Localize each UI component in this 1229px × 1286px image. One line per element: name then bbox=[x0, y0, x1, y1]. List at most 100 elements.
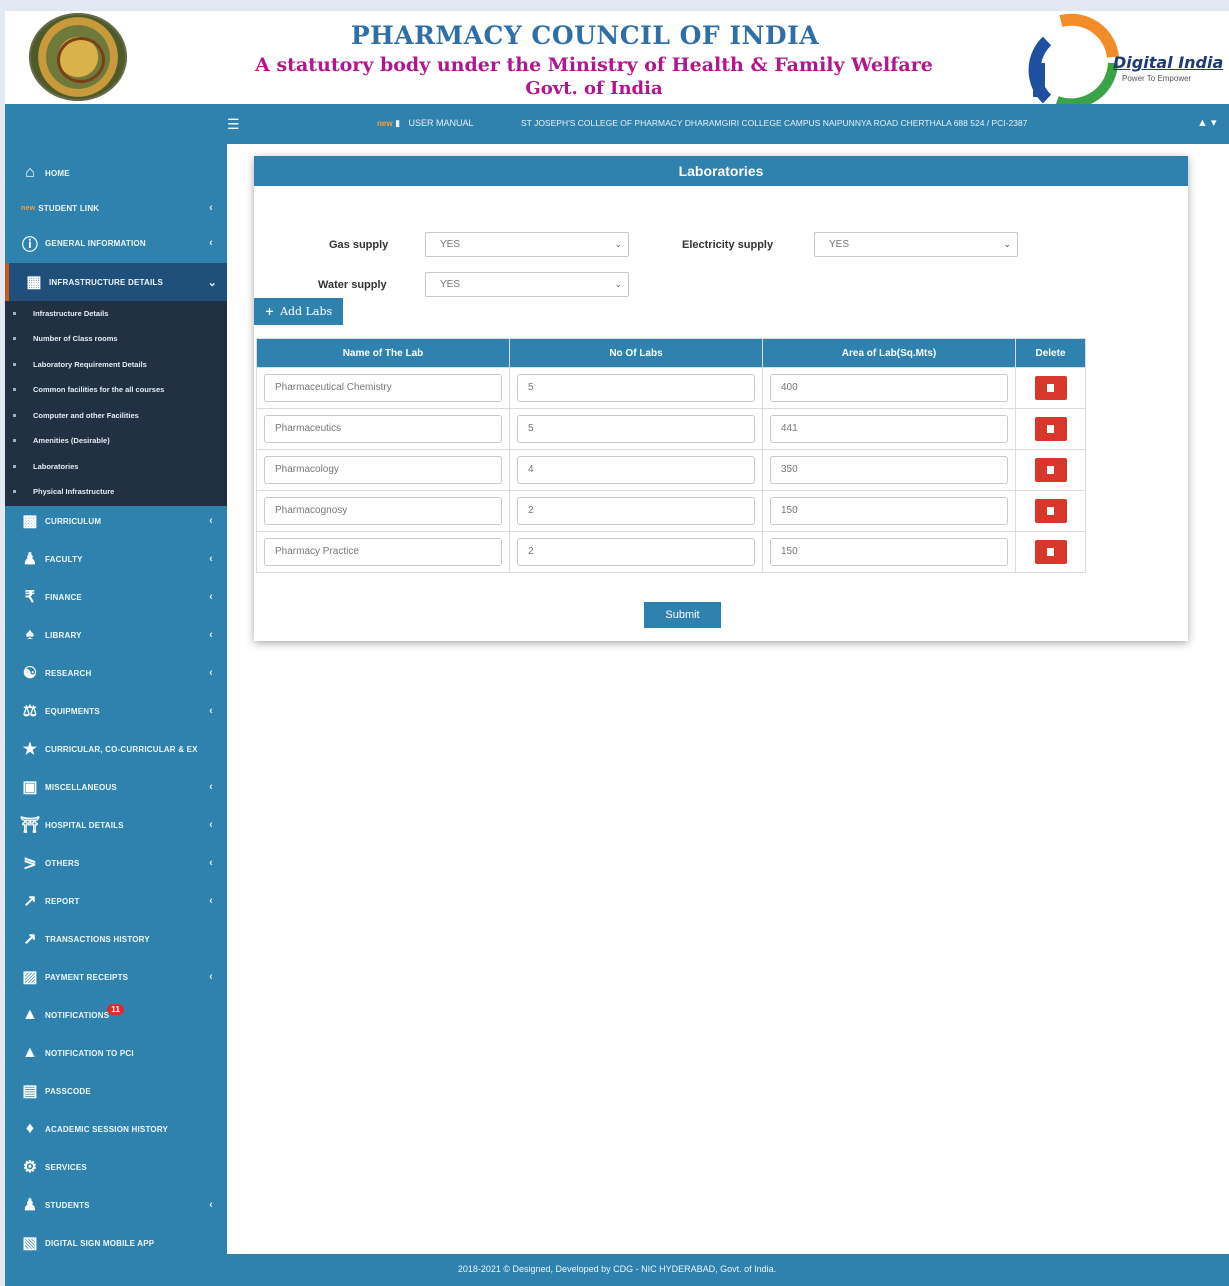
electricity-supply-label: Electricity supply bbox=[682, 239, 774, 251]
top-navbar: ☰ new ▮ USER MANUAL ST JOSEPH'S COLLEGE … bbox=[5, 104, 1229, 144]
sidebar-item-students[interactable]: ♟ STUDENTS ‹ bbox=[5, 1187, 227, 1223]
lab-count-input[interactable]: 2 bbox=[517, 538, 755, 566]
chevron-left-icon: ‹ bbox=[209, 1199, 213, 1211]
submenu-item-lab-requirement[interactable]: Laboratory Requirement Details bbox=[5, 352, 227, 377]
sidebar-item-label: CURRICULAR, CO-CURRICULAR & EX bbox=[45, 744, 198, 754]
lab-name-input[interactable]: Pharmacognosy bbox=[264, 497, 502, 525]
chevron-left-icon: ‹ bbox=[209, 667, 213, 679]
receipt-icon: ▨ bbox=[22, 969, 38, 986]
sidebar-item-library[interactable]: ♠ LIBRARY ‹ bbox=[5, 617, 227, 653]
submit-button[interactable]: Submit bbox=[644, 602, 721, 628]
submenu-item-common-facilities[interactable]: Common facilities for the all courses bbox=[5, 377, 227, 402]
electricity-supply-select[interactable]: YES ⌄ bbox=[814, 232, 1018, 257]
submenu-item-laboratories[interactable]: Laboratories bbox=[5, 454, 227, 479]
sidebar-item-passcode[interactable]: ▤ PASSCODE bbox=[5, 1073, 227, 1109]
lab-area-input[interactable]: 150 bbox=[770, 497, 1008, 525]
chart-icon: ↗ bbox=[23, 931, 37, 948]
infrastructure-submenu: Infrastructure Details Number of Class r… bbox=[5, 301, 227, 506]
water-supply-select[interactable]: YES ⌄ bbox=[425, 272, 629, 297]
user-manual-link[interactable]: new ▮ USER MANUAL bbox=[377, 118, 474, 129]
sidebar-item-faculty[interactable]: ♟ FACULTY ‹ bbox=[5, 541, 227, 577]
column-header: Name of The Lab bbox=[256, 338, 510, 368]
sidebar-item-infrastructure-details[interactable]: ▦ INFRASTRUCTURE DETAILS ⌄ bbox=[5, 263, 231, 301]
sidebar-item-label: FINANCE bbox=[45, 592, 82, 602]
notification-count-badge: 11 bbox=[107, 1003, 125, 1015]
sidebar-item-label: NOTIFICATION TO PCI bbox=[45, 1048, 134, 1058]
lab-name-input[interactable]: Pharmacology bbox=[264, 456, 502, 484]
hamburger-menu-icon[interactable]: ☰ bbox=[227, 116, 240, 133]
flask-icon: ⚖ bbox=[22, 703, 38, 720]
sidebar-item-curriculum[interactable]: ▩ CURRICULUM ‹ bbox=[5, 503, 227, 539]
lab-name-input[interactable]: Pharmaceutics bbox=[264, 415, 502, 443]
lab-area-input[interactable]: 441 bbox=[770, 415, 1008, 443]
sidebar-item-research[interactable]: ☯ RESEARCH ‹ bbox=[5, 655, 227, 691]
sidebar-item-notification-to-pci[interactable]: ▲ NOTIFICATION TO PCI bbox=[5, 1035, 227, 1071]
submenu-item-amenities[interactable]: Amenities (Desirable) bbox=[5, 428, 227, 453]
sidebar-item-miscellaneous[interactable]: ▣ MISCELLANEOUS ‹ bbox=[5, 769, 227, 805]
sidebar-item-label: HOME bbox=[45, 168, 70, 178]
curriculum-icon: ▩ bbox=[22, 513, 38, 530]
chevron-left-icon: ‹ bbox=[209, 781, 213, 793]
lab-count-input[interactable]: 5 bbox=[517, 374, 755, 402]
sidebar-item-label: NOTIFICATIONS bbox=[45, 1010, 110, 1020]
lab-name-input[interactable]: Pharmaceutical Chemistry bbox=[264, 374, 502, 402]
sidebar-item-student-link[interactable]: new STUDENT LINK ‹ bbox=[5, 190, 227, 226]
sidebar-item-payment-receipts[interactable]: ▨ PAYMENT RECEIPTS ‹ bbox=[5, 959, 227, 995]
puzzle-icon: ♦ bbox=[25, 1120, 35, 1137]
select-value: YES bbox=[829, 239, 850, 250]
submenu-item-class-rooms[interactable]: Number of Class rooms bbox=[5, 326, 227, 351]
lab-count-input[interactable]: 5 bbox=[517, 415, 755, 443]
sidebar-item-label: RESEARCH bbox=[45, 668, 92, 678]
sidebar-item-label: OTHERS bbox=[45, 858, 80, 868]
sidebar-item-label: SERVICES bbox=[45, 1162, 87, 1172]
lab-count-input[interactable]: 4 bbox=[517, 456, 755, 484]
trash-icon bbox=[1047, 466, 1054, 474]
sidebar-item-hospital-details[interactable]: ⛩ HOSPITAL DETAILS ‹ bbox=[5, 807, 227, 843]
lab-area-input[interactable]: 400 bbox=[770, 374, 1008, 402]
sidebar-item-academic-session-history[interactable]: ♦ ACADEMIC SESSION HISTORY bbox=[5, 1111, 227, 1147]
digital-india-logo bbox=[1028, 13, 1119, 105]
gas-supply-select[interactable]: YES ⌄ bbox=[425, 232, 629, 257]
hospital-icon: ⛩ bbox=[19, 817, 41, 834]
select-value: YES bbox=[440, 239, 461, 250]
lab-name-input[interactable]: Pharmacy Practice bbox=[264, 538, 502, 566]
info-icon: ⓘ bbox=[21, 237, 39, 254]
sidebar-item-curricular[interactable]: ★ CURRICULAR, CO-CURRICULAR & EX bbox=[5, 731, 227, 767]
submenu-item-computer-facilities[interactable]: Computer and other Facilities bbox=[5, 403, 227, 428]
delete-row-button[interactable] bbox=[1034, 499, 1067, 523]
add-labs-label: Add Labs bbox=[280, 305, 333, 318]
services-icon: ⚙ bbox=[22, 1159, 38, 1176]
lab-area-input[interactable]: 350 bbox=[770, 456, 1008, 484]
chevron-down-icon: ⌄ bbox=[1003, 239, 1011, 249]
sidebar-item-report[interactable]: ↗ REPORT ‹ bbox=[5, 883, 227, 919]
laboratories-card: Laboratories Gas supply YES ⌄ Electricity… bbox=[254, 156, 1188, 641]
sidebar-item-equipments[interactable]: ⚖ EQUIPMENTS ‹ bbox=[5, 693, 227, 729]
lab-area-input[interactable]: 150 bbox=[770, 538, 1008, 566]
chevron-left-icon: ‹ bbox=[209, 819, 213, 831]
site-header: PHARMACY COUNCIL OF INDIA A statutory bo… bbox=[5, 11, 1229, 105]
lab-count-input[interactable]: 2 bbox=[517, 497, 755, 525]
bell-icon: ▲ bbox=[21, 1006, 39, 1023]
add-labs-button[interactable]: + Add Labs bbox=[254, 298, 343, 325]
user-menu-icon[interactable]: ▲ ▾ bbox=[1197, 116, 1216, 129]
rupee-icon: ₹ bbox=[24, 589, 36, 606]
sidebar-item-label: STUDENTS bbox=[45, 1200, 90, 1210]
submenu-item-physical-infrastructure[interactable]: Physical Infrastructure bbox=[5, 479, 227, 504]
chevron-left-icon: ‹ bbox=[209, 202, 213, 214]
sidebar-item-general-information[interactable]: ⓘ GENERAL INFORMATION ‹ bbox=[5, 225, 227, 261]
delete-row-button[interactable] bbox=[1034, 540, 1067, 564]
submenu-item-infrastructure-details[interactable]: Infrastructure Details bbox=[5, 301, 227, 326]
sidebar-item-services[interactable]: ⚙ SERVICES bbox=[5, 1149, 227, 1185]
sidebar-item-notifications[interactable]: ▲ NOTIFICATIONS 11 bbox=[5, 997, 227, 1033]
sidebar-item-home[interactable]: ⌂ HOME bbox=[5, 155, 227, 191]
sidebar-item-transactions-history[interactable]: ↗ TRANSACTIONS HISTORY bbox=[5, 921, 227, 957]
chevron-left-icon: ‹ bbox=[209, 553, 213, 565]
sidebar-item-others[interactable]: ⪖ OTHERS ‹ bbox=[5, 845, 227, 881]
delete-row-button[interactable] bbox=[1034, 417, 1067, 441]
sidebar-item-finance[interactable]: ₹ FINANCE ‹ bbox=[5, 579, 227, 615]
delete-row-button[interactable] bbox=[1034, 458, 1067, 482]
sidebar-item-label: GENERAL INFORMATION bbox=[45, 238, 146, 248]
chevron-left-icon: ‹ bbox=[209, 629, 213, 641]
site-subtitle-govt: Govt. of India bbox=[525, 78, 663, 99]
delete-row-button[interactable] bbox=[1034, 376, 1067, 400]
